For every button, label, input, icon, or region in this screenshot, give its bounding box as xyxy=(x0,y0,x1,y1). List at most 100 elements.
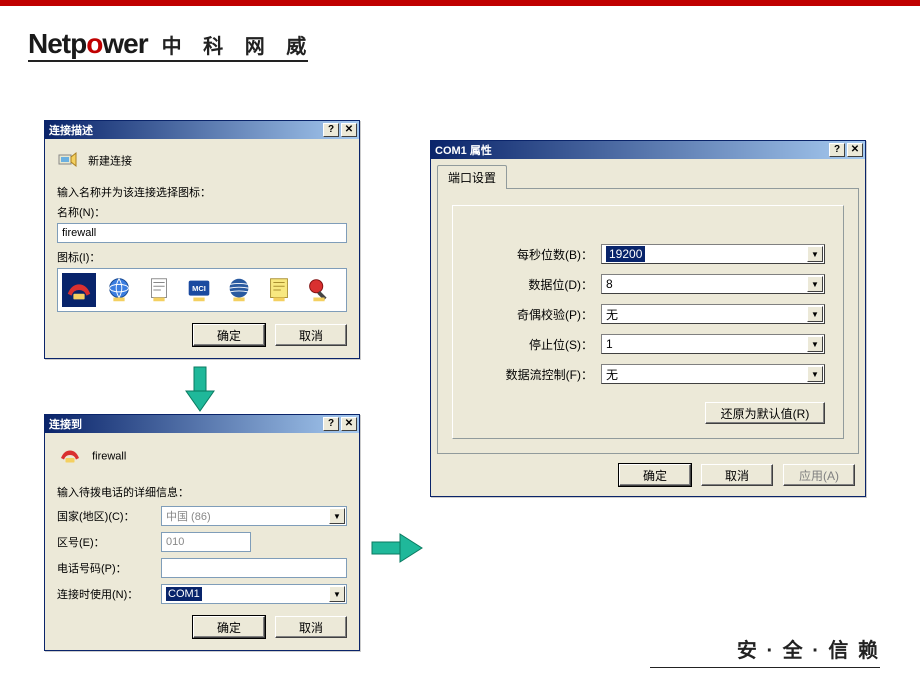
databits-label: 数据位(D)： xyxy=(471,276,601,293)
prompt-text: 输入名称并为该连接选择图标： xyxy=(57,184,347,200)
stopbits-select[interactable]: 1 ▼ xyxy=(601,334,825,354)
connection-name-row: firewall xyxy=(57,443,347,470)
country-row: 国家(地区)(C)： 中国 (86) ▼ xyxy=(57,506,347,526)
country-label: 国家(地区)(C)： xyxy=(57,508,153,524)
name-label: 名称(N)： xyxy=(57,204,347,220)
connect-using-label: 连接时使用(N)： xyxy=(57,586,153,602)
icon-option-note[interactable] xyxy=(262,273,296,307)
country-value: 中国 (86) xyxy=(166,508,211,524)
phone-label: 电话号码(P)： xyxy=(57,560,153,576)
stopbits-value: 1 xyxy=(606,337,613,351)
dialog-title: 连接到 xyxy=(49,416,321,432)
titlebar[interactable]: COM1 属性 ? ✕ xyxy=(431,141,865,159)
tab-strip: 端口设置 xyxy=(431,159,865,189)
titlebar[interactable]: 连接描述 ? ✕ xyxy=(45,121,359,139)
flow-select[interactable]: 无 ▼ xyxy=(601,364,825,384)
country-select[interactable]: 中国 (86) ▼ xyxy=(161,506,347,526)
bps-value: 19200 xyxy=(606,246,645,262)
cancel-button[interactable]: 取消 xyxy=(275,324,347,346)
prompt-text: 输入待拨电话的详细信息： xyxy=(57,484,347,500)
ok-button[interactable]: 确定 xyxy=(193,616,265,638)
close-button[interactable]: ✕ xyxy=(847,143,863,157)
new-connection-row: 新建连接 xyxy=(57,149,347,174)
icon-picker[interactable]: MCI xyxy=(57,268,347,312)
chevron-down-icon[interactable]: ▼ xyxy=(807,366,823,382)
chevron-down-icon[interactable]: ▼ xyxy=(807,336,823,352)
close-button[interactable]: ✕ xyxy=(341,123,357,137)
help-button[interactable]: ? xyxy=(829,143,845,157)
name-input[interactable] xyxy=(57,223,347,243)
chevron-down-icon[interactable]: ▼ xyxy=(329,508,345,524)
footer-text: 安 · 全 · 信 赖 xyxy=(650,634,880,663)
arrow-down-icon xyxy=(180,365,220,415)
area-row: 区号(E)： xyxy=(57,532,347,552)
connect-using-select[interactable]: COM1 ▼ xyxy=(161,584,347,604)
stopbits-row: 停止位(S)： 1 ▼ xyxy=(471,334,825,354)
icon-option-globe[interactable] xyxy=(102,273,136,307)
brand-net-part2: wer xyxy=(102,28,147,59)
chevron-down-icon[interactable]: ▼ xyxy=(329,586,345,602)
dialog-title: COM1 属性 xyxy=(435,142,827,158)
area-input[interactable] xyxy=(161,532,251,552)
icon-option-phone-red[interactable] xyxy=(62,273,96,307)
cancel-button[interactable]: 取消 xyxy=(275,616,347,638)
top-red-bar xyxy=(0,0,920,6)
parity-row: 奇偶校验(P)： 无 ▼ xyxy=(471,304,825,324)
parity-label: 奇偶校验(P)： xyxy=(471,306,601,323)
restore-row: 还原为默认值(R) xyxy=(471,402,825,424)
bps-label: 每秒位数(B)： xyxy=(471,246,601,263)
phone-icon xyxy=(57,443,83,470)
brand: Netpower 中 科 网 威 xyxy=(28,28,314,60)
dialog-connection-description: 连接描述 ? ✕ 新建连接 输入名称并为该连接选择图标： 名称(N)： 图标(I… xyxy=(44,120,360,359)
dialog-connect-to: 连接到 ? ✕ firewall 输入待拨电话的详细信息： 国家(地区)(C)：… xyxy=(44,414,360,651)
icon-option-mag[interactable] xyxy=(302,273,336,307)
chevron-down-icon[interactable]: ▼ xyxy=(807,246,823,262)
connect-using-row: 连接时使用(N)： COM1 ▼ xyxy=(57,584,347,604)
icon-option-att[interactable] xyxy=(222,273,256,307)
bps-select[interactable]: 19200 ▼ xyxy=(601,244,825,264)
flow-row: 数据流控制(F)： 无 ▼ xyxy=(471,364,825,384)
icon-option-doc[interactable] xyxy=(142,273,176,307)
brand-net-part1: Netp xyxy=(28,28,86,59)
help-button[interactable]: ? xyxy=(323,417,339,431)
help-button[interactable]: ? xyxy=(323,123,339,137)
tab-port-settings[interactable]: 端口设置 xyxy=(437,165,507,189)
stopbits-label: 停止位(S)： xyxy=(471,336,601,353)
parity-select[interactable]: 无 ▼ xyxy=(601,304,825,324)
dialog-body: firewall 输入待拨电话的详细信息： 国家(地区)(C)： 中国 (86)… xyxy=(45,433,359,650)
close-button[interactable]: ✕ xyxy=(341,417,357,431)
chevron-down-icon[interactable]: ▼ xyxy=(807,276,823,292)
bps-row: 每秒位数(B)： 19200 ▼ xyxy=(471,244,825,264)
parity-value: 无 xyxy=(606,306,618,323)
connect-using-value: COM1 xyxy=(166,587,202,601)
flow-label: 数据流控制(F)： xyxy=(471,366,601,383)
new-connection-icon xyxy=(57,149,79,174)
dialog-body: 新建连接 输入名称并为该连接选择图标： 名称(N)： 图标(I)： MCI xyxy=(45,139,359,358)
databits-row: 数据位(D)： 8 ▼ xyxy=(471,274,825,294)
footer-underline xyxy=(650,667,880,669)
databits-select[interactable]: 8 ▼ xyxy=(601,274,825,294)
titlebar[interactable]: 连接到 ? ✕ xyxy=(45,415,359,433)
button-row: 确定 取消 应用(A) xyxy=(431,460,865,496)
icon-option-mci[interactable]: MCI xyxy=(182,273,216,307)
ok-button[interactable]: 确定 xyxy=(193,324,265,346)
arrow-right-icon xyxy=(370,528,426,568)
ok-button[interactable]: 确定 xyxy=(619,464,691,486)
svg-text:MCI: MCI xyxy=(192,284,206,293)
connection-name: firewall xyxy=(92,450,126,462)
brand-chinese: 中 科 网 威 xyxy=(162,30,315,59)
button-row: 确定 取消 xyxy=(57,324,347,346)
phone-input[interactable] xyxy=(161,558,347,578)
cancel-button[interactable]: 取消 xyxy=(701,464,773,486)
apply-button[interactable]: 应用(A) xyxy=(783,464,855,486)
chevron-down-icon[interactable]: ▼ xyxy=(807,306,823,322)
brand-o: o xyxy=(86,28,102,59)
brand-underline xyxy=(28,60,308,62)
dialog-title: 连接描述 xyxy=(49,122,321,138)
button-row: 确定 取消 xyxy=(57,616,347,638)
databits-value: 8 xyxy=(606,277,613,291)
restore-defaults-button[interactable]: 还原为默认值(R) xyxy=(705,402,825,424)
icon-label: 图标(I)： xyxy=(57,249,347,265)
footer: 安 · 全 · 信 赖 xyxy=(650,634,880,669)
new-connection-label: 新建连接 xyxy=(88,155,132,167)
